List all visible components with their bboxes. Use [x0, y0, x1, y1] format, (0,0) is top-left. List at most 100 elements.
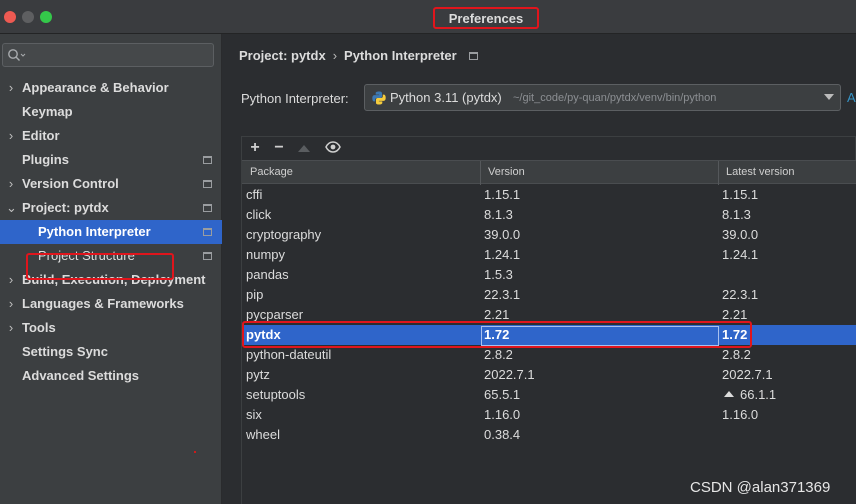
sidebar-item-tools[interactable]: › Tools	[0, 316, 222, 340]
sidebar-item-advanced-settings[interactable]: Advanced Settings	[0, 364, 222, 388]
upgrade-available-icon	[724, 391, 734, 397]
sidebar-item-appearance-behavior[interactable]: › Appearance & Behavior	[0, 76, 222, 100]
project-scope-icon	[203, 228, 212, 236]
package-version-cell: 1.72	[484, 327, 510, 342]
sidebar-item-label: Plugins	[22, 152, 69, 167]
chevron-down-icon[interactable]: ⌄	[6, 196, 17, 220]
breadcrumb: Project: pytdx › Python Interpreter	[239, 48, 478, 63]
zoom-window-button[interactable]	[40, 11, 52, 23]
package-name-cell: pandas	[246, 267, 289, 282]
breadcrumb-project[interactable]: Project: pytdx	[239, 48, 326, 63]
remove-package-button[interactable]: −	[270, 139, 288, 157]
column-divider[interactable]	[480, 161, 481, 185]
table-row[interactable]: cryptography 39.0.0 39.0.0	[242, 225, 856, 245]
latest-version-cell: 1.15.1	[722, 187, 759, 202]
watermark: CSDN @alan371369	[690, 479, 831, 496]
project-scope-icon	[203, 252, 212, 260]
package-name-cell: pycparser	[246, 307, 304, 322]
package-version-cell: 2.21	[484, 307, 510, 322]
chevron-right-icon[interactable]: ›	[6, 124, 16, 148]
table-row[interactable]: cffi 1.15.1 1.15.1	[242, 185, 856, 205]
show-early-releases-button[interactable]	[324, 140, 342, 158]
table-row[interactable]: pytdx 1.72 1.72	[242, 325, 856, 345]
interpreter-path: ~/git_code/py-quan/pytdx/venv/bin/python	[513, 92, 717, 104]
table-row[interactable]: click 8.1.3 8.1.3	[242, 205, 856, 225]
sidebar-item-label: Python Interpreter	[38, 224, 151, 239]
column-header-latest-version[interactable]: Latest version	[726, 166, 794, 178]
search-input[interactable]	[2, 43, 214, 67]
chevron-right-icon[interactable]: ›	[6, 268, 16, 292]
add-interpreter-link[interactable]: A	[847, 90, 856, 105]
search-icon	[8, 49, 26, 61]
title-highlight: Preferences	[433, 7, 539, 29]
breadcrumb-page: Python Interpreter	[344, 48, 457, 63]
column-divider[interactable]	[718, 161, 719, 185]
table-row[interactable]: pip 22.3.1 22.3.1	[242, 285, 856, 305]
sidebar-item-label: Build, Execution, Deployment	[22, 272, 206, 287]
sidebar-item-editor[interactable]: › Editor	[0, 124, 222, 148]
upgrade-package-button[interactable]	[298, 145, 310, 152]
package-version-cell: 2.8.2	[484, 347, 513, 362]
sidebar-item-project-structure[interactable]: Project Structure	[0, 244, 222, 268]
package-toolbar: + −	[241, 136, 856, 160]
sidebar-item-python-interpreter[interactable]: Python Interpreter	[0, 220, 222, 244]
latest-version-cell: 1.16.0	[722, 407, 759, 422]
package-name-cell: six	[246, 407, 262, 422]
package-name-cell: pytz	[246, 367, 270, 382]
table-row[interactable]: six 1.16.0 1.16.0	[242, 405, 856, 425]
table-row[interactable]: wheel 0.38.4	[242, 425, 856, 445]
sidebar-item-project-pytdx[interactable]: ⌄ Project: pytdx	[0, 196, 222, 220]
column-header-version[interactable]: Version	[488, 166, 525, 178]
sidebar-item-languages-frameworks[interactable]: › Languages & Frameworks	[0, 292, 222, 316]
packages-table: Package Version Latest version cffi 1.15.…	[241, 160, 856, 504]
sidebar-item-plugins[interactable]: Plugins	[0, 148, 222, 172]
sidebar-item-label: Appearance & Behavior	[22, 80, 169, 95]
package-version-cell: 1.15.1	[484, 187, 521, 202]
close-window-button[interactable]	[4, 11, 16, 23]
package-version-cell: 0.38.4	[484, 427, 521, 442]
sidebar-item-label: Project Structure	[38, 248, 135, 263]
column-header-package[interactable]: Package	[250, 166, 293, 178]
package-version-cell: 1.24.1	[484, 247, 521, 262]
table-row[interactable]: pytz 2022.7.1 2022.7.1	[242, 365, 856, 385]
table-row[interactable]: python-dateutil 2.8.2 2.8.2	[242, 345, 856, 365]
project-scope-icon	[203, 180, 212, 188]
package-name-cell: click	[246, 207, 272, 222]
sidebar-item-build-execution-deployment[interactable]: › Build, Execution, Deployment	[0, 268, 222, 292]
chevron-right-icon[interactable]: ›	[6, 316, 16, 340]
sidebar-item-version-control[interactable]: › Version Control	[0, 172, 222, 196]
title-bar: Preferences	[0, 0, 856, 34]
annotation-dot	[194, 451, 196, 453]
package-version-cell: 2022.7.1	[484, 367, 535, 382]
table-row[interactable]: setuptools 65.5.1 66.1.1	[242, 385, 856, 405]
latest-version-cell: 1.72	[722, 327, 748, 342]
latest-version-cell: 2022.7.1	[722, 367, 773, 382]
interpreter-name: Python 3.11 (pytdx)	[390, 90, 502, 105]
table-row[interactable]: pandas 1.5.3	[242, 265, 856, 285]
latest-version-cell: 39.0.0	[722, 227, 759, 242]
latest-version-text: 66.1.1	[740, 387, 777, 402]
latest-version-cell: 2.8.2	[722, 347, 751, 362]
package-name-cell: cffi	[246, 187, 263, 202]
project-scope-icon	[468, 52, 478, 60]
eye-icon	[325, 141, 341, 153]
package-name-cell: python-dateutil	[246, 347, 332, 362]
interpreter-label: Python Interpreter:	[241, 91, 349, 106]
chevron-right-icon[interactable]: ›	[6, 76, 16, 100]
package-version-cell: 1.5.3	[484, 267, 513, 282]
package-name-cell: wheel	[246, 427, 280, 442]
add-package-button[interactable]: +	[246, 139, 264, 157]
table-row[interactable]: numpy 1.24.1 1.24.1	[242, 245, 856, 265]
package-version-cell: 1.16.0	[484, 407, 521, 422]
sidebar-item-settings-sync[interactable]: Settings Sync	[0, 340, 222, 364]
project-scope-icon	[203, 156, 212, 164]
project-scope-icon	[203, 204, 212, 212]
chevron-right-icon[interactable]: ›	[6, 292, 16, 316]
chevron-right-icon[interactable]: ›	[6, 172, 16, 196]
sidebar-item-label: Keymap	[22, 104, 73, 119]
sidebar-item-keymap[interactable]: Keymap	[0, 100, 222, 124]
table-row[interactable]: pycparser 2.21 2.21	[242, 305, 856, 325]
sidebar-item-label: Languages & Frameworks	[22, 296, 184, 311]
minimize-window-button[interactable]	[22, 11, 34, 23]
interpreter-select[interactable]: Python 3.11 (pytdx) ~/git_code/py-quan/p…	[364, 84, 841, 111]
